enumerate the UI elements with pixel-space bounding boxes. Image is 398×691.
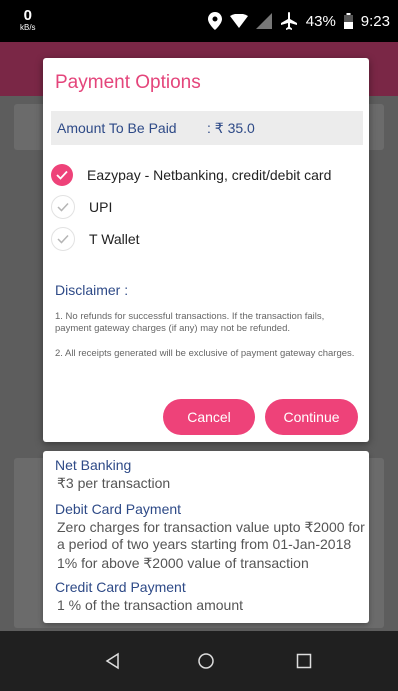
cancel-button[interactable]: Cancel [163, 399, 255, 435]
disclaimer-title: Disclaimer : [55, 282, 129, 298]
debit-card-text: Zero charges for transaction value upto … [57, 519, 365, 552]
wifi-icon [229, 14, 248, 28]
amount-row: Amount To Be Paid : ₹ 35.0 [51, 111, 363, 145]
battery-icon [343, 13, 353, 29]
back-icon[interactable] [101, 649, 125, 673]
option-label: Eazypay - Netbanking, credit/debit card [87, 167, 332, 183]
continue-button[interactable]: Continue [265, 399, 358, 435]
credit-card-title: Credit Card Payment [55, 579, 186, 595]
navigation-bar [0, 631, 398, 691]
dialog-title: Payment Options [55, 72, 201, 93]
recents-icon[interactable] [292, 649, 316, 673]
check-icon[interactable] [51, 195, 75, 219]
disclaimer-text-1: 1. No refunds for successful transaction… [55, 311, 325, 334]
check-icon[interactable] [51, 227, 75, 251]
option-eazypay[interactable]: Eazypay - Netbanking, credit/debit card [51, 162, 331, 188]
airplane-icon [280, 12, 298, 30]
home-icon[interactable] [194, 649, 218, 673]
check-icon[interactable] [51, 164, 73, 186]
battery-percent: 43% [305, 12, 336, 30]
network-speed: 0 kB/s [20, 8, 36, 32]
charges-card: Net Banking ₹3 per transaction Debit Car… [43, 451, 369, 623]
amount-label: Amount To Be Paid [57, 120, 177, 136]
network-speed-unit: kB/s [20, 23, 36, 32]
debit-card-text-2: 1% for above ₹2000 value of transaction [57, 555, 309, 571]
disclaimer-text-2: 2. All receipts generated will be exclus… [55, 348, 355, 359]
option-upi[interactable]: UPI [51, 194, 112, 220]
no-signal-icon [255, 13, 272, 29]
option-label: UPI [89, 199, 113, 215]
clock: 9:23 [360, 12, 390, 30]
option-t-wallet[interactable]: T Wallet [51, 226, 140, 252]
netbanking-title: Net Banking [55, 457, 132, 473]
credit-card-text: 1 % of the transaction amount [57, 597, 243, 613]
location-icon [207, 12, 222, 30]
network-speed-value: 0 [23, 7, 32, 24]
option-label: T Wallet [89, 231, 140, 247]
debit-card-title: Debit Card Payment [55, 501, 182, 517]
status-bar: 0 kB/s 43% 9:23 [0, 0, 398, 42]
netbanking-text: ₹3 per transaction [57, 475, 171, 491]
payment-options-dialog: Payment Options Amount To Be Paid : ₹ 35… [43, 58, 369, 442]
amount-value: : ₹ 35.0 [207, 119, 255, 136]
